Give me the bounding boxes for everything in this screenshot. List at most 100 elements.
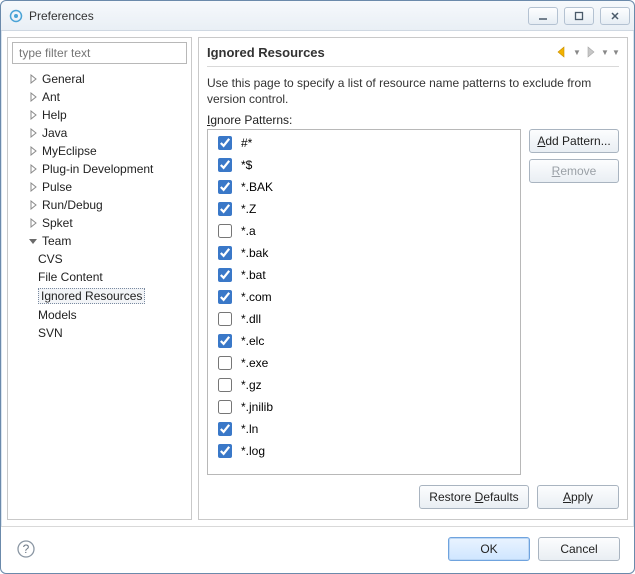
tree-item[interactable]: File Content [12, 268, 187, 286]
pattern-checkbox[interactable] [218, 202, 232, 216]
help-icon[interactable]: ? [15, 538, 37, 560]
pattern-checkbox[interactable] [218, 356, 232, 370]
pattern-checkbox[interactable] [218, 158, 232, 172]
expand-icon[interactable] [28, 127, 40, 139]
tree-item-label: CVS [38, 252, 63, 266]
pattern-label: *.Z [241, 202, 256, 216]
svg-text:?: ? [23, 542, 30, 556]
dropdown-icon[interactable]: ▼ [601, 48, 607, 57]
add-pattern-button[interactable]: Add Pattern... [529, 129, 619, 153]
app-icon [9, 9, 23, 23]
tree-item-label: Ant [42, 90, 60, 104]
collapse-icon[interactable] [28, 235, 40, 247]
tree-item-label: Run/Debug [42, 198, 103, 212]
apply-button[interactable]: Apply [537, 485, 619, 509]
list-item[interactable]: *.bak [208, 242, 520, 264]
page-description: Use this page to specify a list of resou… [207, 75, 619, 107]
expand-icon[interactable] [28, 181, 40, 193]
dropdown-icon[interactable]: ▼ [573, 48, 579, 57]
tree-item[interactable]: CVS [12, 250, 187, 268]
pattern-checkbox[interactable] [218, 334, 232, 348]
preferences-window: Preferences General Ant Help Java MyEclipse P… [0, 0, 635, 574]
pattern-label: *.dll [241, 312, 261, 326]
expand-icon[interactable] [28, 109, 40, 121]
menu-dropdown-icon[interactable]: ▼ [612, 48, 618, 57]
tree-item[interactable]: Plug-in Development [12, 160, 187, 178]
list-item[interactable]: *.log [208, 440, 520, 462]
pattern-checkbox[interactable] [218, 180, 232, 194]
list-item[interactable]: *.com [208, 286, 520, 308]
list-item[interactable]: *.BAK [208, 176, 520, 198]
category-tree[interactable]: General Ant Help Java MyEclipse Plug-in Devel… [12, 68, 187, 515]
expand-icon[interactable] [28, 73, 40, 85]
list-item[interactable]: *.elc [208, 330, 520, 352]
pattern-checkbox[interactable] [218, 400, 232, 414]
pattern-label: *.exe [241, 356, 268, 370]
tree-item-selected[interactable]: Ignored Resources [12, 286, 187, 306]
pattern-label: #* [241, 136, 252, 150]
expand-icon[interactable] [28, 217, 40, 229]
tree-item[interactable]: Team [12, 232, 187, 250]
pattern-label: *.BAK [241, 180, 273, 194]
tree-item-label: Java [42, 126, 67, 140]
list-item[interactable]: *$ [208, 154, 520, 176]
tree-item[interactable]: Run/Debug [12, 196, 187, 214]
titlebar: Preferences [1, 1, 634, 31]
expand-icon[interactable] [28, 91, 40, 103]
tree-item[interactable]: General [12, 70, 187, 88]
expand-icon[interactable] [28, 163, 40, 175]
list-item[interactable]: *.jnilib [208, 396, 520, 418]
restore-defaults-button[interactable]: Restore Defaults [419, 485, 529, 509]
minimize-button[interactable] [528, 7, 558, 25]
expand-icon[interactable] [28, 199, 40, 211]
pattern-checkbox[interactable] [218, 268, 232, 282]
pattern-checkbox[interactable] [218, 444, 232, 458]
tree-item[interactable]: Models [12, 306, 187, 324]
tree-item-label: Plug-in Development [42, 162, 153, 176]
pattern-label: *.log [241, 444, 265, 458]
list-item[interactable]: *.a [208, 220, 520, 242]
pattern-label: *.jnilib [241, 400, 273, 414]
pattern-checkbox[interactable] [218, 224, 232, 238]
maximize-button[interactable] [564, 7, 594, 25]
back-icon[interactable] [554, 44, 570, 60]
cancel-button[interactable]: Cancel [538, 537, 620, 561]
filter-input[interactable] [12, 42, 187, 64]
pattern-label: *.bat [241, 268, 266, 282]
tree-item[interactable]: Help [12, 106, 187, 124]
tree-item[interactable]: SVN [12, 324, 187, 342]
tree-item[interactable]: Pulse [12, 178, 187, 196]
list-item[interactable]: *.exe [208, 352, 520, 374]
tree-item-label: Help [42, 108, 67, 122]
pattern-checkbox[interactable] [218, 290, 232, 304]
list-item[interactable]: *.bat [208, 264, 520, 286]
ignore-patterns-list[interactable]: #* *$ *.BAK *.Z *.a *.bak *.bat *.com *.dll *.elc… [207, 129, 521, 475]
pattern-checkbox[interactable] [218, 378, 232, 392]
tree-item-label: General [42, 72, 85, 86]
tree-item[interactable]: MyEclipse [12, 142, 187, 160]
expand-icon[interactable] [28, 145, 40, 157]
pattern-checkbox[interactable] [218, 246, 232, 260]
tree-item[interactable]: Java [12, 124, 187, 142]
forward-icon[interactable] [582, 44, 598, 60]
patterns-label: Ignore Patterns: [207, 113, 619, 127]
tree-item-label: Pulse [42, 180, 72, 194]
tree-item-label: MyEclipse [42, 144, 97, 158]
remove-button[interactable]: Remove [529, 159, 619, 183]
ok-button[interactable]: OK [448, 537, 530, 561]
category-tree-pane: General Ant Help Java MyEclipse Plug-in Devel… [7, 37, 192, 520]
pattern-label: *.bak [241, 246, 268, 260]
tree-item[interactable]: Spket [12, 214, 187, 232]
close-button[interactable] [600, 7, 630, 25]
list-item[interactable]: *.Z [208, 198, 520, 220]
list-item[interactable]: #* [208, 132, 520, 154]
list-item[interactable]: *.gz [208, 374, 520, 396]
tree-item[interactable]: Ant [12, 88, 187, 106]
list-item[interactable]: *.ln [208, 418, 520, 440]
list-item[interactable]: *.dll [208, 308, 520, 330]
pattern-checkbox[interactable] [218, 136, 232, 150]
page-header: Ignored Resources ▼ ▼ ▼ [207, 44, 619, 67]
pattern-checkbox[interactable] [218, 422, 232, 436]
pattern-checkbox[interactable] [218, 312, 232, 326]
tree-item-label: File Content [38, 270, 103, 284]
